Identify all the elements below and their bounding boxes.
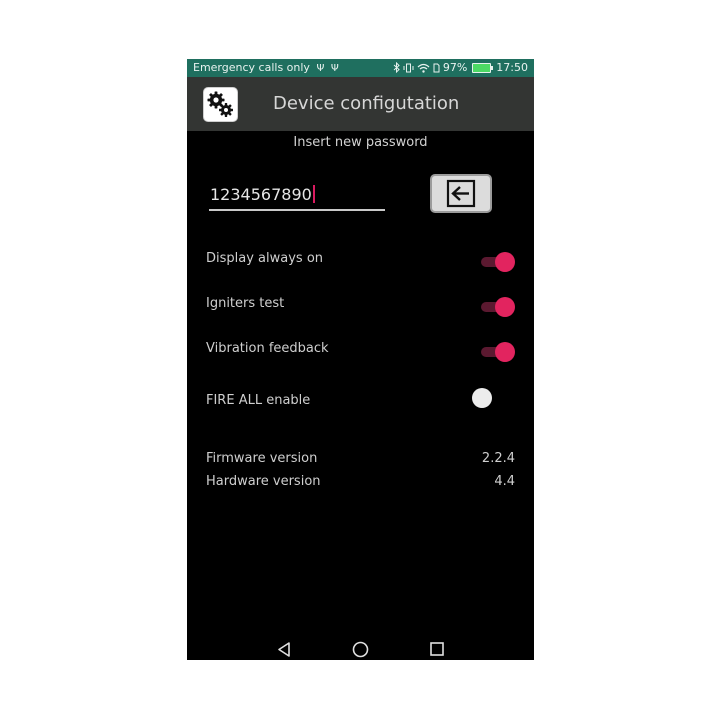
status-left: Emergency calls only Ψ Ψ [193,61,339,74]
navigation-bar [187,639,534,660]
status-right: 97% 17:50 [393,61,528,74]
enter-button[interactable] [430,174,492,213]
battery-percent: 97% [442,61,468,74]
carrier-text: Emergency calls only [193,61,310,74]
switch-thumb [495,342,515,362]
fire-all-enable-switch[interactable] [472,387,506,408]
password-label: Insert new password [293,135,428,150]
setting-label-igniters-test: Igniters test [206,296,285,311]
wifi-icon [417,63,430,73]
text-caret [312,185,315,203]
hardware-version-value: 4.4 [494,474,515,489]
password-input[interactable]: 1234567890 [210,185,315,204]
status-bar: Emergency calls only Ψ Ψ 97% 17:50 [187,59,534,77]
app-title: Device configutation [273,93,460,114]
recents-icon[interactable] [429,641,445,657]
phone-screen: Emergency calls only Ψ Ψ 97% 17:50 Devic… [187,59,534,660]
app-bar: Device configutation [187,77,534,131]
firmware-version-value: 2.2.4 [481,451,515,466]
usb-icon: Ψ [330,63,339,74]
back-icon[interactable] [276,641,292,658]
display-always-on-switch[interactable] [481,251,515,272]
usb-icon: Ψ [316,63,325,74]
switch-thumb [495,297,515,317]
vibration-feedback-switch[interactable] [481,341,515,362]
switch-thumb [495,252,515,272]
bluetooth-icon [393,62,400,73]
battery-icon [472,62,494,73]
setting-label-fire-all-enable: FIRE ALL enable [206,393,311,408]
setting-label-vibration-feedback: Vibration feedback [206,341,329,356]
setting-label-display-always-on: Display always on [206,251,324,266]
igniters-test-switch[interactable] [481,296,515,317]
home-icon[interactable] [352,641,369,658]
enter-arrow-icon [446,179,476,208]
sim-icon [433,63,440,72]
password-underline [209,209,385,211]
vibrate-icon [403,63,414,72]
status-time: 17:50 [496,61,528,74]
hardware-version-label: Hardware version [206,474,321,489]
gears-icon[interactable] [203,87,238,122]
password-value: 1234567890 [210,185,312,204]
switch-thumb [472,388,492,408]
firmware-version-label: Firmware version [206,451,318,466]
